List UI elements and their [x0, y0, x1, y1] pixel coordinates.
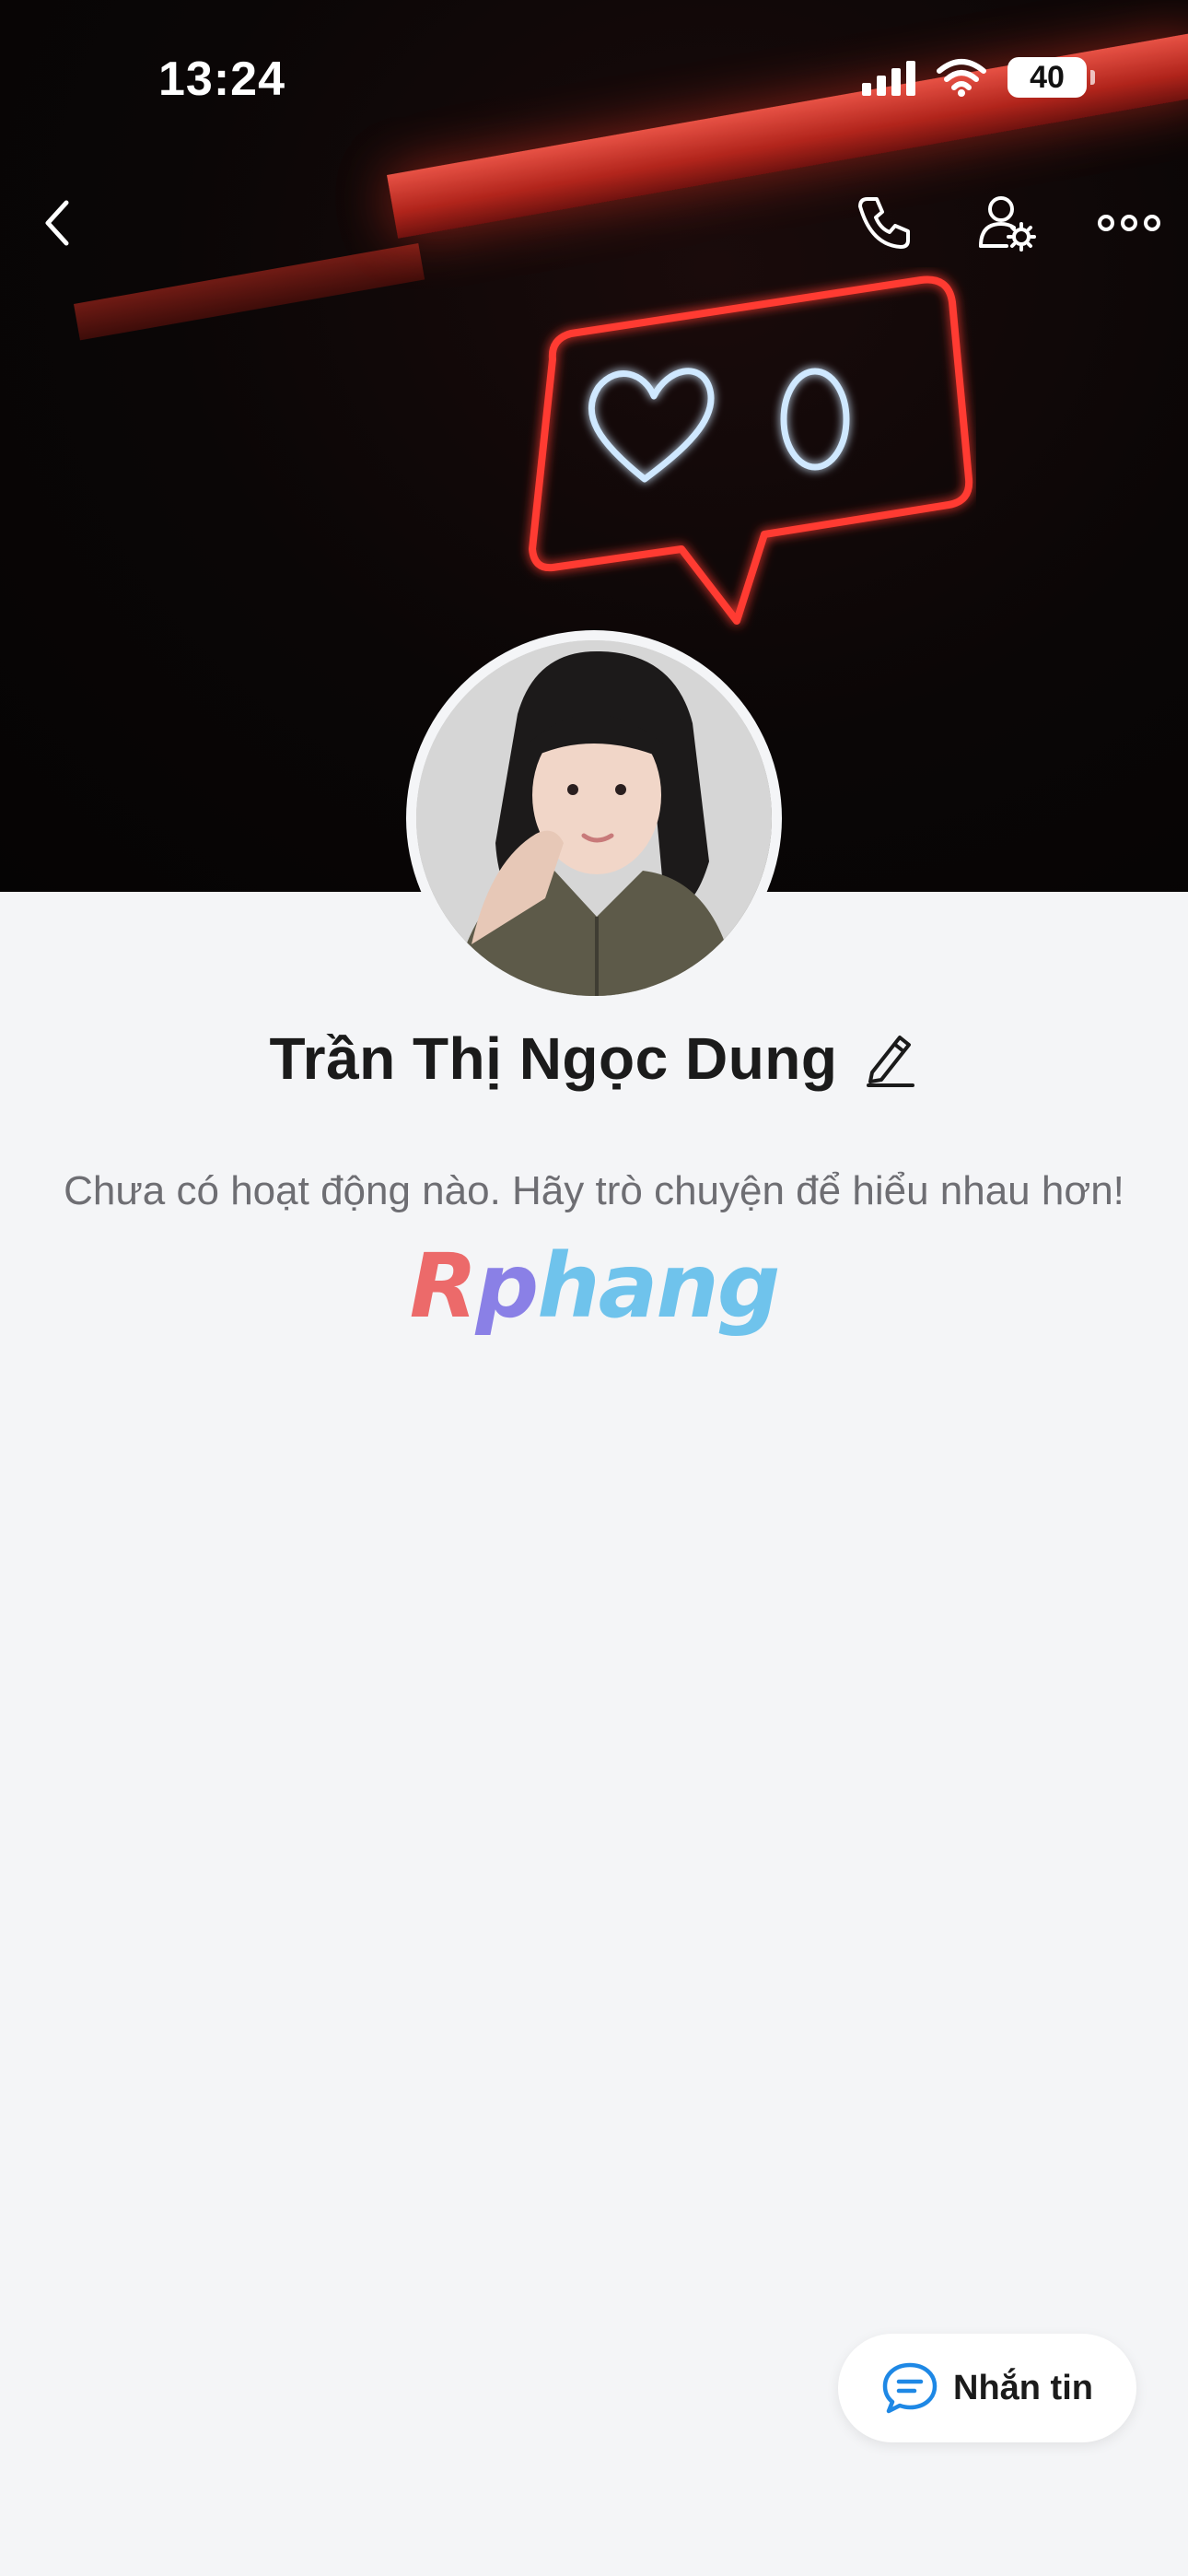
battery-icon: 40 — [1007, 57, 1095, 98]
profile-name: Trần Thị Ngọc Dung — [269, 1025, 838, 1092]
chat-icon — [882, 2362, 938, 2414]
message-button[interactable]: Nhắn tin — [838, 2334, 1136, 2442]
avatar-frame — [406, 630, 782, 1006]
user-settings-icon — [979, 196, 1036, 252]
call-button[interactable] — [847, 186, 921, 260]
top-nav — [0, 184, 1188, 267]
more-button[interactable] — [1092, 186, 1166, 260]
avatar[interactable] — [416, 640, 772, 996]
watermark-logo: Rphang — [0, 1235, 1188, 1338]
status-time: 13:24 — [158, 53, 285, 106]
profile-name-row: Trần Thị Ngọc Dung — [0, 1025, 1188, 1093]
avatar-portrait — [416, 640, 772, 996]
wifi-icon — [937, 59, 986, 97]
message-button-label: Nhắn tin — [953, 2368, 1093, 2407]
back-button[interactable] — [20, 186, 94, 260]
user-settings-button[interactable] — [971, 186, 1044, 260]
watermark-text: Rphang — [409, 1235, 781, 1338]
more-icon — [1098, 215, 1160, 231]
neon-like-sign — [529, 275, 973, 625]
signal-icon — [862, 59, 915, 96]
battery-level: 40 — [1030, 59, 1065, 95]
status-icons: 40 — [862, 57, 1095, 98]
back-icon — [45, 200, 69, 246]
phone-icon — [858, 197, 910, 249]
pencil-icon — [867, 1036, 915, 1087]
edit-name-button[interactable] — [863, 1029, 918, 1088]
status-bar: 13:24 40 — [0, 0, 1188, 157]
empty-activity-message: Chưa có hoạt động nào. Hãy trò chuyện để… — [64, 1168, 1124, 1213]
